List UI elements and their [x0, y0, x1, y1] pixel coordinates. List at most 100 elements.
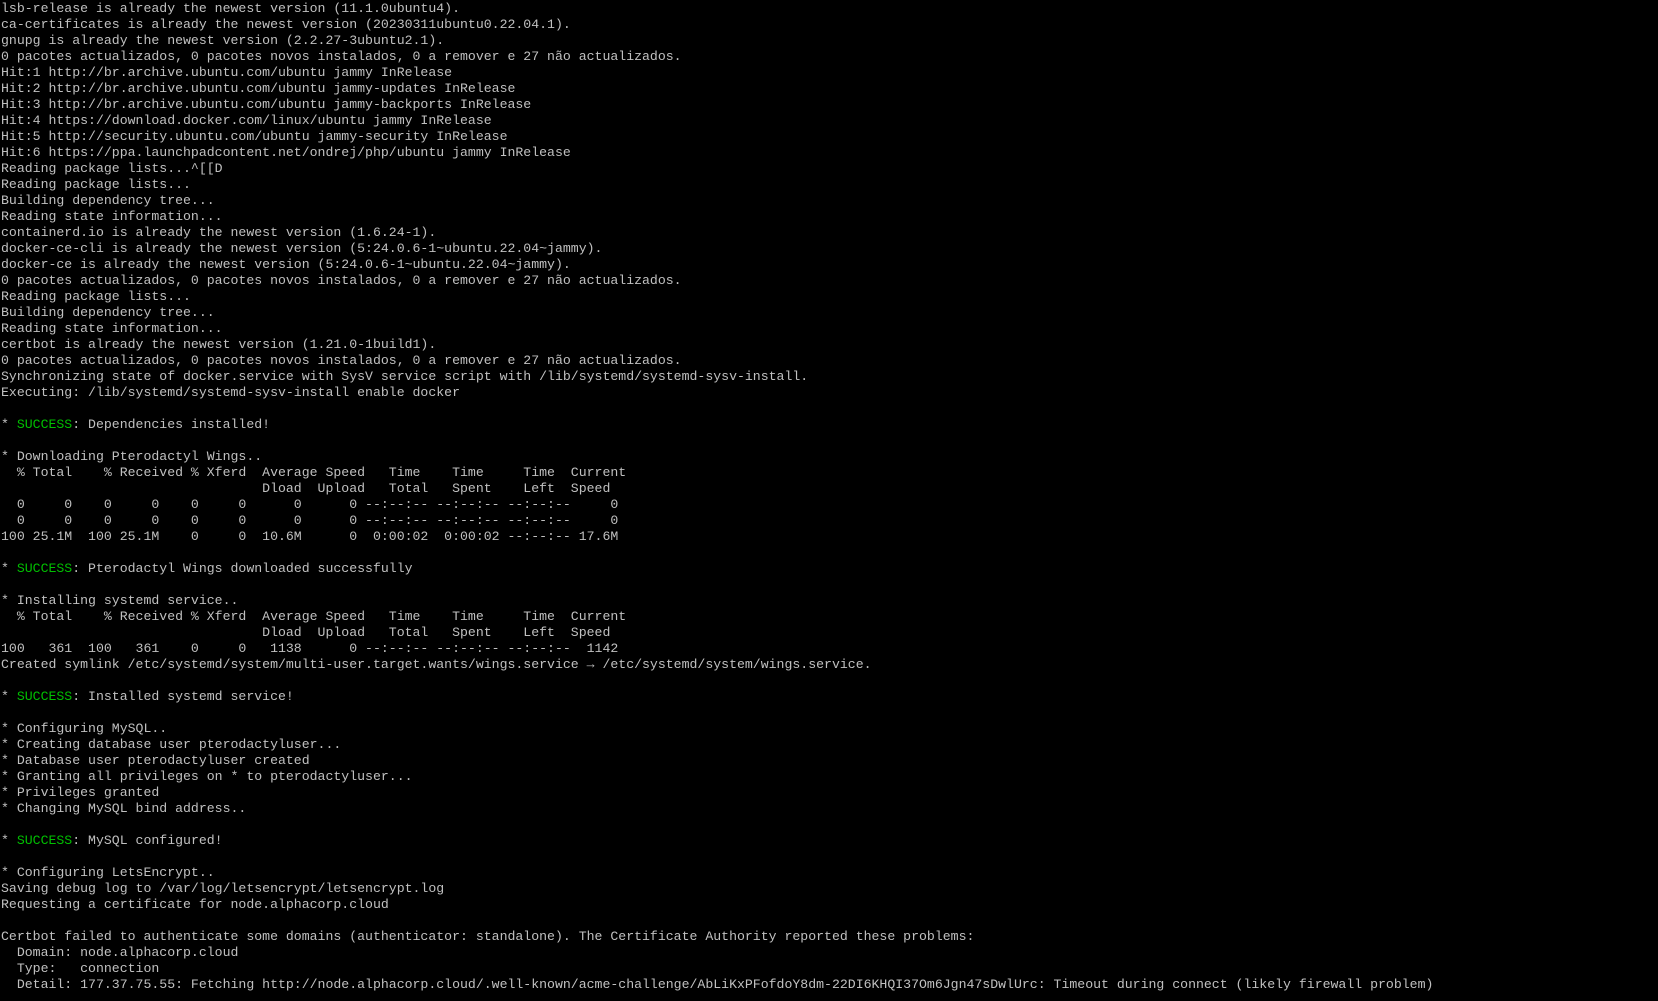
- terminal-text: : MySQL configured!: [72, 833, 223, 848]
- terminal-line: Requesting a certificate for node.alphac…: [1, 897, 1657, 913]
- terminal-line: Domain: node.alphacorp.cloud: [1, 945, 1657, 961]
- terminal-line: 0 0 0 0 0 0 0 0 --:--:-- --:--:-- --:--:…: [1, 497, 1657, 513]
- terminal-text: ca-certificates is already the newest ve…: [1, 17, 571, 32]
- terminal-text: Hit:1 http://br.archive.ubuntu.com/ubunt…: [1, 65, 453, 80]
- terminal-line: * Privileges granted: [1, 785, 1657, 801]
- terminal-line: * Downloading Pterodactyl Wings..: [1, 449, 1657, 465]
- terminal-text: Executing: /lib/systemd/systemd-sysv-ins…: [1, 385, 460, 400]
- terminal-line: Executing: /lib/systemd/systemd-sysv-ins…: [1, 385, 1657, 401]
- terminal-line: Certbot failed to authenticate some doma…: [1, 929, 1657, 945]
- success-label: SUCCESS: [16, 833, 73, 848]
- terminal-line: * Configuring MySQL..: [1, 721, 1657, 737]
- terminal-output[interactable]: lsb-release is already the newest versio…: [1, 1, 1657, 1001]
- terminal-text: certbot is already the newest version (1…: [1, 337, 437, 352]
- terminal-text: Hit:5 http://security.ubuntu.com/ubuntu …: [1, 129, 508, 144]
- terminal-line: Hit:2 http://br.archive.ubuntu.com/ubunt…: [1, 81, 1657, 97]
- terminal-line: Hit:1 http://br.archive.ubuntu.com/ubunt…: [1, 65, 1657, 81]
- terminal-text: docker-ce-cli is already the newest vers…: [1, 241, 603, 256]
- terminal-line: Detail: 177.37.75.55: Fetching http://no…: [1, 977, 1657, 993]
- terminal-line: Saving debug log to /var/log/letsencrypt…: [1, 881, 1657, 897]
- terminal-line: 0 pacotes actualizados, 0 pacotes novos …: [1, 353, 1657, 369]
- terminal-line: docker-ce-cli is already the newest vers…: [1, 241, 1657, 257]
- terminal-line: % Total % Received % Xferd Average Speed…: [1, 465, 1657, 481]
- terminal-line: % Total % Received % Xferd Average Speed…: [1, 609, 1657, 625]
- terminal-text: Created symlink /etc/systemd/system/mult…: [1, 657, 872, 672]
- terminal-text: *: [1, 833, 17, 848]
- terminal-text: Reading package lists...: [1, 177, 191, 192]
- terminal-line: Reading state information...: [1, 209, 1657, 225]
- terminal-text: Hit:6 https://ppa.launchpadcontent.net/o…: [1, 145, 571, 160]
- terminal-text: lsb-release is already the newest versio…: [1, 1, 460, 16]
- success-label: SUCCESS: [16, 689, 73, 704]
- terminal-text: 100 25.1M 100 25.1M 0 0 10.6M 0 0:00:02 …: [1, 529, 619, 544]
- terminal-line: * Creating database user pterodactyluser…: [1, 737, 1657, 753]
- terminal-text: Reading state information...: [1, 321, 223, 336]
- terminal-text: Reading state information...: [1, 209, 223, 224]
- success-label: SUCCESS: [16, 417, 73, 432]
- terminal-line: Hit:5 http://security.ubuntu.com/ubuntu …: [1, 129, 1657, 145]
- terminal-text: Saving debug log to /var/log/letsencrypt…: [1, 881, 445, 896]
- terminal-text: 0 0 0 0 0 0 0 0 --:--:-- --:--:-- --:--:…: [1, 497, 619, 512]
- terminal-text: * Granting all privileges on * to pterod…: [1, 769, 413, 784]
- terminal-line: Created symlink /etc/systemd/system/mult…: [1, 657, 1657, 673]
- terminal-text: Reading package lists...: [1, 289, 191, 304]
- terminal-line: Dload Upload Total Spent Left Speed: [1, 481, 1657, 497]
- terminal-text: * Creating database user pterodactyluser…: [1, 737, 342, 752]
- terminal-line: Reading state information...: [1, 321, 1657, 337]
- terminal-text: Building dependency tree...: [1, 305, 215, 320]
- terminal-line: * Changing MySQL bind address..: [1, 801, 1657, 817]
- terminal-line: Dload Upload Total Spent Left Speed: [1, 625, 1657, 641]
- terminal-text: * Downloading Pterodactyl Wings..: [1, 449, 263, 464]
- terminal-line: * Installing systemd service..: [1, 593, 1657, 609]
- terminal-text: Hit:3 http://br.archive.ubuntu.com/ubunt…: [1, 97, 532, 112]
- terminal-line: * Configuring LetsEncrypt..: [1, 865, 1657, 881]
- terminal-text: 100 361 100 361 0 0 1138 0 --:--:-- --:-…: [1, 641, 619, 656]
- terminal-line: gnupg is already the newest version (2.2…: [1, 33, 1657, 49]
- terminal-text: 0 pacotes actualizados, 0 pacotes novos …: [1, 273, 682, 288]
- terminal-text: : Dependencies installed!: [72, 417, 271, 432]
- terminal-text: gnupg is already the newest version (2.2…: [1, 33, 445, 48]
- terminal-text: containerd.io is already the newest vers…: [1, 225, 437, 240]
- terminal-text: * Changing MySQL bind address..: [1, 801, 247, 816]
- terminal-line: docker-ce is already the newest version …: [1, 257, 1657, 273]
- terminal-text: * Database user pterodactyluser created: [1, 753, 310, 768]
- terminal-text: Certbot failed to authenticate some doma…: [1, 929, 975, 944]
- terminal-text: Building dependency tree...: [1, 193, 215, 208]
- terminal-line: Building dependency tree...: [1, 193, 1657, 209]
- terminal-line: * SUCCESS: Dependencies installed!: [1, 417, 1657, 433]
- terminal-text: * Configuring LetsEncrypt..: [1, 865, 215, 880]
- terminal-line: * SUCCESS: MySQL configured!: [1, 833, 1657, 849]
- terminal-line: 100 361 100 361 0 0 1138 0 --:--:-- --:-…: [1, 641, 1657, 657]
- terminal-text: % Total % Received % Xferd Average Speed…: [1, 609, 627, 624]
- terminal-line: Building dependency tree...: [1, 305, 1657, 321]
- terminal-line: 100 25.1M 100 25.1M 0 0 10.6M 0 0:00:02 …: [1, 529, 1657, 545]
- terminal-line: Hit:3 http://br.archive.ubuntu.com/ubunt…: [1, 97, 1657, 113]
- terminal-text: *: [1, 561, 17, 576]
- terminal-text: Reading package lists...^[[D: [1, 161, 223, 176]
- terminal-line: * SUCCESS: Pterodactyl Wings downloaded …: [1, 561, 1657, 577]
- terminal-text: Detail: 177.37.75.55: Fetching http://no…: [1, 977, 1434, 992]
- terminal-text: 0 0 0 0 0 0 0 0 --:--:-- --:--:-- --:--:…: [1, 513, 619, 528]
- terminal-text: Dload Upload Total Spent Left Speed: [1, 481, 611, 496]
- terminal-line: Reading package lists...: [1, 289, 1657, 305]
- terminal-text: Hit:2 http://br.archive.ubuntu.com/ubunt…: [1, 81, 516, 96]
- terminal-text: Hit:4 https://download.docker.com/linux/…: [1, 113, 492, 128]
- terminal-line: lsb-release is already the newest versio…: [1, 1, 1657, 17]
- terminal-text: Synchronizing state of docker.service wi…: [1, 369, 809, 384]
- success-label: SUCCESS: [16, 561, 73, 576]
- terminal-text: * Installing systemd service..: [1, 593, 239, 608]
- terminal-text: docker-ce is already the newest version …: [1, 257, 571, 272]
- terminal-line: Reading package lists...: [1, 177, 1657, 193]
- terminal-line: * Database user pterodactyluser created: [1, 753, 1657, 769]
- terminal-text: Requesting a certificate for node.alphac…: [1, 897, 389, 912]
- terminal-text: % Total % Received % Xferd Average Speed…: [1, 465, 627, 480]
- terminal-line: Hit:4 https://download.docker.com/linux/…: [1, 113, 1657, 129]
- terminal-line: Hit:6 https://ppa.launchpadcontent.net/o…: [1, 145, 1657, 161]
